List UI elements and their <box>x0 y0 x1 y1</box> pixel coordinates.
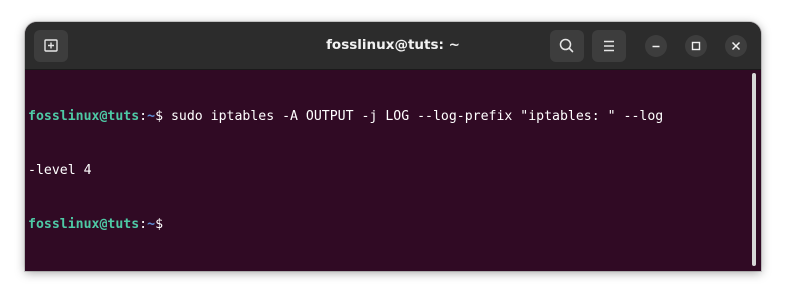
scrollbar[interactable] <box>752 73 756 266</box>
close-button[interactable] <box>725 35 747 57</box>
hamburger-menu-icon <box>604 40 614 52</box>
menu-button[interactable] <box>592 30 626 62</box>
terminal-line: fosslinux@tuts:~$ <box>28 216 745 234</box>
maximize-icon <box>691 41 701 51</box>
close-icon <box>731 41 741 51</box>
titlebar: fosslinux@tuts: ~ <box>25 22 761 70</box>
command-text: sudo iptables -A OUTPUT -j LOG --log-pre… <box>163 109 664 124</box>
prompt-user: fosslinux@tuts <box>28 217 140 232</box>
terminal-window: fosslinux@tuts: ~ fosslinux@tuts:~$ sudo… <box>25 22 761 271</box>
minimize-button[interactable] <box>645 35 667 57</box>
command-continuation: -level 4 <box>28 163 92 178</box>
prompt-separator: : <box>139 217 148 232</box>
maximize-button[interactable] <box>685 35 707 57</box>
search-button[interactable] <box>550 30 584 62</box>
new-tab-icon <box>44 39 58 52</box>
terminal-line: fosslinux@tuts:~$ sudo iptables -A OUTPU… <box>28 108 745 126</box>
terminal-area[interactable]: fosslinux@tuts:~$ sudo iptables -A OUTPU… <box>25 70 761 271</box>
new-tab-button[interactable] <box>34 30 68 62</box>
prompt-separator: : <box>139 109 148 124</box>
terminal-line: -level 4 <box>28 162 745 180</box>
search-icon <box>559 38 574 53</box>
prompt-path: ~ <box>147 217 156 232</box>
terminal-output: fosslinux@tuts:~$ sudo iptables -A OUTPU… <box>28 72 745 270</box>
prompt-symbol: $ <box>155 217 164 232</box>
prompt-path: ~ <box>147 109 156 124</box>
minimize-icon <box>652 45 660 48</box>
prompt-user: fosslinux@tuts <box>28 109 140 124</box>
prompt-symbol: $ <box>155 109 164 124</box>
